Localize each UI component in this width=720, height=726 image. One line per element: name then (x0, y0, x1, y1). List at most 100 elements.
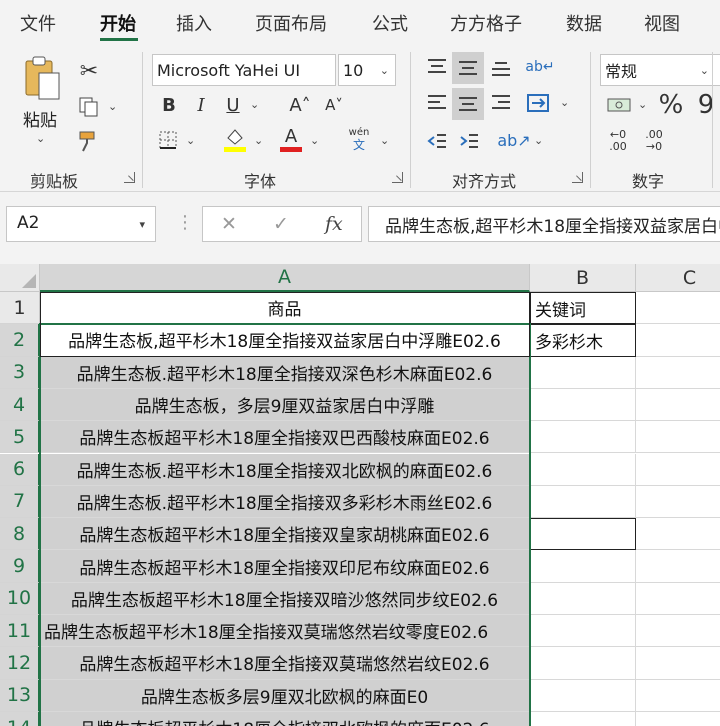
keyword-cell[interactable] (530, 550, 636, 583)
borders-dropdown-icon[interactable]: ⌄ (186, 134, 195, 147)
increase-indent-icon[interactable] (456, 128, 482, 154)
format-painter-icon[interactable] (76, 128, 102, 154)
enter-icon[interactable]: ✓ (273, 213, 289, 235)
tab-formulas[interactable]: 公式 (372, 10, 408, 36)
select-all-button[interactable] (0, 264, 40, 292)
keyword-cell[interactable] (530, 356, 636, 389)
decrease-indent-icon[interactable] (424, 128, 450, 154)
font-color-dropdown-icon[interactable]: ⌄ (310, 134, 319, 147)
empty-cell[interactable] (636, 292, 720, 325)
paste-icon[interactable] (20, 54, 64, 102)
tab-fangfang[interactable]: 方方格子 (450, 10, 522, 36)
orientation-dropdown-icon[interactable]: ⌄ (534, 134, 543, 147)
percent-button[interactable]: % (658, 90, 684, 120)
row-header[interactable]: 1 (0, 292, 40, 325)
wrap-text-icon[interactable]: ab↵ (525, 54, 554, 80)
row-header[interactable]: 8 (0, 518, 40, 551)
keyword-cell[interactable]: 多彩杉木 (530, 324, 636, 357)
product-cell[interactable]: 品牌生态板,超平杉木18厘全指接双益家居白中浮雕E02.6 (40, 324, 530, 357)
phonetic-dropdown-icon[interactable]: ⌄ (380, 134, 389, 147)
align-right-icon[interactable] (488, 90, 514, 116)
keyword-cell[interactable] (530, 518, 636, 551)
product-cell[interactable]: 品牌生态板超平杉木18厘全指接双北欧枫的麻面E02.6 (40, 711, 530, 726)
empty-cell[interactable] (636, 550, 720, 583)
product-cell[interactable]: 品牌生态板，多层9厘双益家居白中浮雕 (40, 388, 530, 422)
tab-home[interactable]: 开始 (100, 10, 136, 36)
product-cell[interactable]: 品牌生态板.超平杉木18厘全指接双深色杉木麻面E02.6 (40, 356, 530, 389)
name-box[interactable]: A2 ▾ (6, 206, 156, 242)
row-header[interactable]: 13 (0, 679, 40, 712)
empty-cell[interactable] (636, 647, 720, 680)
grow-font-button[interactable]: A˄ (288, 92, 312, 118)
bold-button[interactable]: B (158, 92, 180, 118)
keyword-cell[interactable] (530, 421, 636, 454)
shrink-font-button[interactable]: A˅ (322, 92, 346, 118)
row-header[interactable]: 10 (0, 582, 40, 615)
merge-dropdown-icon[interactable]: ⌄ (560, 96, 569, 109)
row-header[interactable]: 5 (0, 421, 40, 454)
decrease-decimal-button[interactable]: .00 →0 (640, 126, 668, 156)
tab-data[interactable]: 数据 (566, 10, 602, 36)
paste-label[interactable]: 粘贴 (23, 106, 57, 131)
row-header[interactable]: 3 (0, 356, 40, 389)
product-cell[interactable]: 品牌生态板超平杉木18厘全指接双暗沙悠然同步纹E02.6 (40, 582, 530, 615)
row-header[interactable]: 2 (0, 324, 40, 357)
keyword-cell[interactable] (530, 453, 636, 486)
borders-icon[interactable] (156, 128, 180, 152)
keyword-cell[interactable] (530, 711, 636, 726)
product-cell[interactable]: 品牌生态板超平杉木18厘全指接双皇家胡桃麻面E02.6 (40, 518, 530, 551)
row-header[interactable]: 11 (0, 615, 40, 648)
tab-page-layout[interactable]: 页面布局 (255, 10, 327, 36)
empty-cell[interactable] (636, 680, 720, 712)
align-left-icon[interactable] (424, 90, 450, 116)
product-cell[interactable]: 品牌生态板.超平杉木18厘全指接双多彩杉木雨丝E02.6 (40, 485, 530, 519)
keyword-cell[interactable] (530, 679, 636, 712)
copy-dropdown-icon[interactable]: ⌄ (108, 100, 117, 113)
row-header[interactable]: 12 (0, 647, 40, 680)
underline-dropdown-icon[interactable]: ⌄ (250, 98, 259, 111)
number-format-select[interactable]: 常规 ⌄ (600, 54, 720, 86)
keyword-cell[interactable] (530, 582, 636, 615)
resize-handle-icon[interactable]: ⋮ (176, 212, 194, 233)
tab-insert[interactable]: 插入 (176, 10, 212, 36)
empty-cell[interactable] (636, 454, 720, 486)
keyword-cell[interactable] (530, 615, 636, 648)
empty-cell[interactable] (636, 357, 720, 389)
clipboard-launcher-icon[interactable] (124, 172, 135, 183)
align-bottom-icon[interactable] (488, 54, 514, 80)
header-cell-keyword[interactable]: 关键词 (530, 292, 636, 325)
font-size-select[interactable]: 10 ⌄ (338, 54, 396, 86)
cancel-icon[interactable]: ✕ (221, 213, 237, 235)
row-header[interactable]: 7 (0, 485, 40, 519)
row-header[interactable]: 4 (0, 388, 40, 422)
align-center-icon[interactable] (452, 88, 484, 120)
row-header[interactable]: 9 (0, 550, 40, 583)
empty-cell[interactable] (636, 324, 720, 357)
column-header-b[interactable]: B (530, 264, 636, 292)
cut-icon[interactable]: ✂ (76, 58, 102, 84)
row-header[interactable]: 14 (0, 711, 40, 726)
font-name-select[interactable]: Microsoft YaHei UI (152, 54, 336, 86)
underline-button[interactable]: U (222, 92, 244, 118)
product-cell[interactable]: 品牌生态板.超平杉木18厘全指接双北欧枫的麻面E02.6 (40, 453, 530, 486)
empty-cell[interactable] (636, 421, 720, 454)
empty-cell[interactable] (636, 615, 720, 648)
insert-function-icon[interactable]: fx (325, 213, 343, 235)
font-launcher-icon[interactable] (392, 172, 403, 183)
keyword-cell[interactable] (530, 485, 636, 519)
italic-button[interactable]: I (190, 92, 212, 118)
formula-input[interactable]: 品牌生态板,超平杉木18厘全指接双益家居白中浮雕E02.6 (368, 206, 720, 242)
product-cell[interactable]: 品牌生态板超平杉木18厘全指接双巴西酸枝麻面E02.6 (40, 421, 530, 454)
product-cell[interactable]: 品牌生态板多层9厘双北欧枫的麻面E0 (40, 679, 530, 712)
orientation-icon[interactable]: ab↗ (497, 126, 530, 154)
empty-cell[interactable] (636, 486, 720, 519)
column-header-c[interactable]: C (636, 264, 720, 292)
font-color-button[interactable]: A (278, 124, 304, 154)
row-header[interactable]: 6 (0, 453, 40, 486)
currency-icon[interactable] (604, 92, 634, 118)
empty-cell[interactable] (636, 389, 720, 422)
alignment-launcher-icon[interactable] (572, 172, 583, 183)
empty-cell[interactable] (636, 712, 720, 726)
align-middle-icon[interactable] (452, 52, 484, 84)
increase-decimal-button[interactable]: ←0 .00 (604, 126, 632, 156)
